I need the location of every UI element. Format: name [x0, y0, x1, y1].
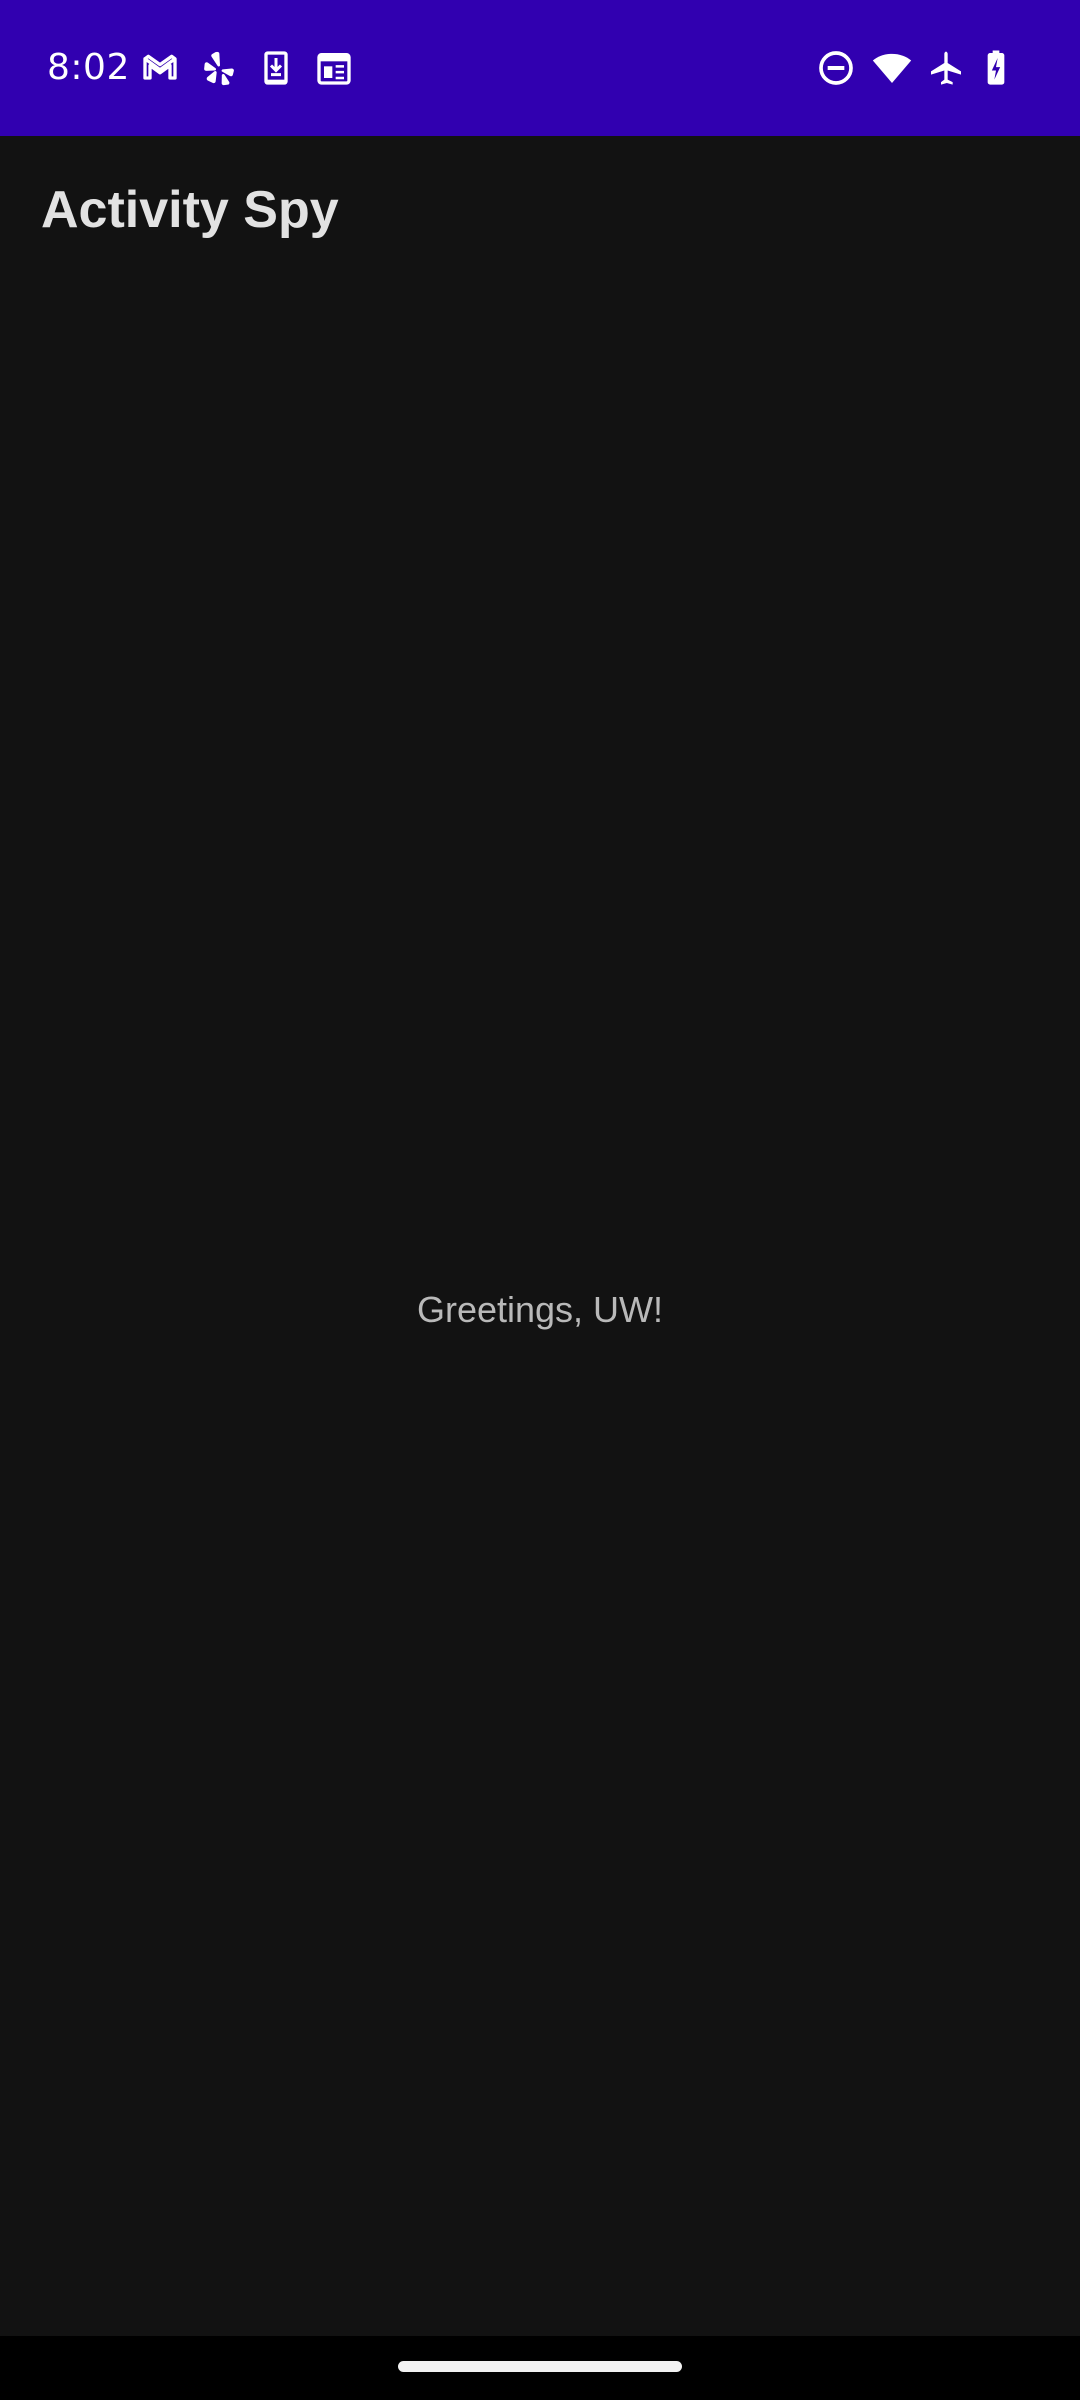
status-bar: 8:02 [0, 0, 1080, 136]
app-screen: 8:02 Activity Spy Greetings, UW! [0, 0, 1080, 2400]
greeting-text: Greetings, UW! [416, 1289, 664, 1330]
do-not-disturb-icon [816, 48, 856, 88]
app-title: Activity Spy [41, 181, 339, 239]
airplane-mode-icon [926, 48, 966, 88]
download-app-icon [256, 48, 296, 88]
calendar-icon [314, 48, 354, 88]
wifi-icon [872, 48, 912, 88]
gmail-icon [140, 48, 180, 88]
status-time: 8:02 [47, 47, 130, 88]
battery-charging-icon [976, 48, 1016, 88]
yelp-icon [198, 48, 238, 88]
home-gesture-handle[interactable] [398, 2361, 682, 2372]
